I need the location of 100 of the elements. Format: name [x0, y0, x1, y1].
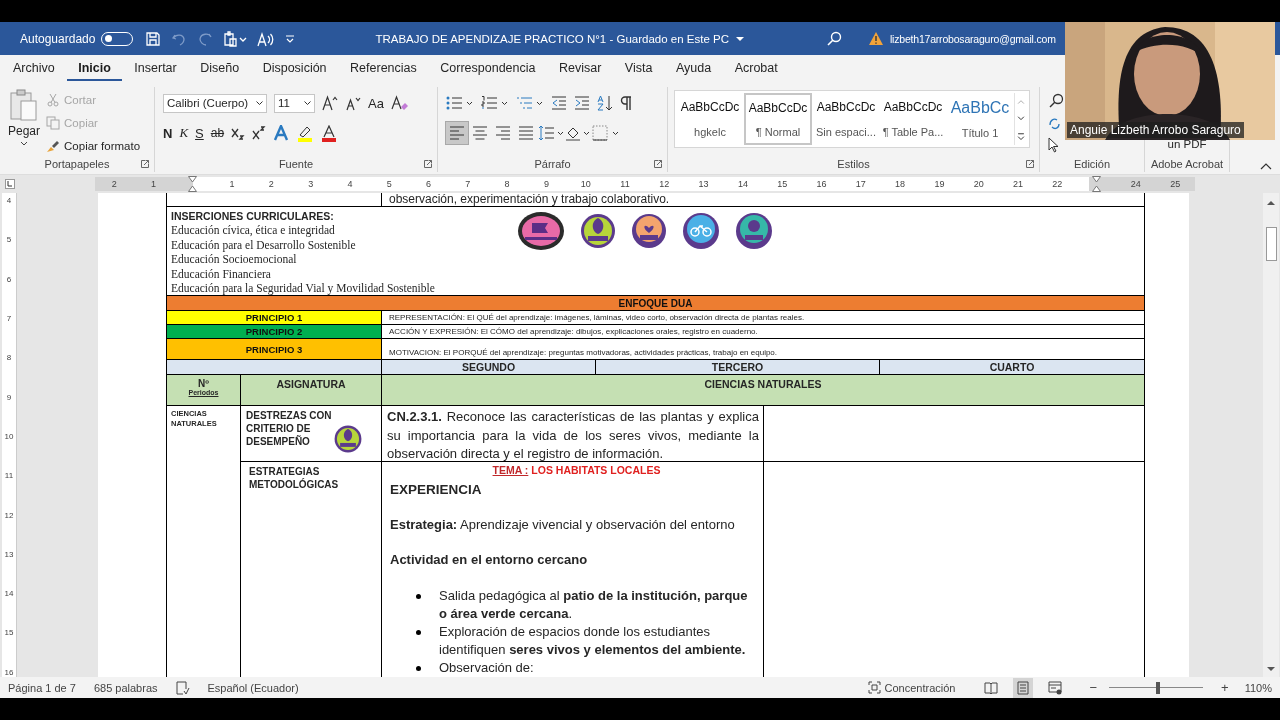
proofing-icon[interactable]: [175, 680, 190, 695]
save-icon[interactable]: [145, 30, 162, 47]
search-icon[interactable]: [1048, 93, 1064, 109]
zoom-out-button[interactable]: −: [1089, 680, 1098, 695]
underline-button[interactable]: S: [195, 125, 204, 141]
menu-tab[interactable]: Correspondencia: [429, 57, 547, 81]
ruler-number: 15: [4, 628, 14, 638]
increase-indent-icon[interactable]: [574, 95, 590, 111]
font-color-icon[interactable]: [321, 124, 338, 142]
bold-button[interactable]: N: [163, 125, 173, 141]
text-effects-icon[interactable]: [273, 125, 290, 141]
collapse-ribbon-icon[interactable]: [1260, 162, 1272, 170]
line-spacing-icon[interactable]: [538, 125, 564, 141]
vertical-scrollbar[interactable]: [1263, 193, 1279, 677]
vertical-ruler[interactable]: 4 5 6 7 8 9 10 11 12 13 14 15 16: [2, 193, 17, 677]
menu-tab[interactable]: Ayuda: [664, 57, 723, 81]
shrink-font-icon[interactable]: [345, 95, 361, 111]
focus-button[interactable]: Concentración: [867, 681, 956, 694]
zoom-in-button[interactable]: +: [1221, 680, 1229, 695]
focus-icon: [867, 681, 881, 694]
document-text: observación, experimentación y trabajo colaborativo.: [389, 193, 671, 206]
decrease-indent-icon[interactable]: [551, 95, 567, 111]
clipboard-icon[interactable]: [223, 30, 248, 47]
font-size-dropdown[interactable]: 11: [274, 93, 315, 113]
shading-icon[interactable]: [565, 125, 591, 141]
horizontal-ruler[interactable]: 2 1 1 2 3 4 5 6 7 8 9 10 11 12 13 14 15 16 17 18 19 20 21 22 24 25: [94, 177, 1195, 191]
caret-icon[interactable]: [735, 35, 744, 42]
zoom-slider[interactable]: [1109, 681, 1204, 694]
print-layout-button[interactable]: [1013, 677, 1034, 698]
tab-stop-icon[interactable]: [5, 179, 15, 189]
page-count[interactable]: Página 1 de 7: [8, 681, 76, 694]
language-indicator[interactable]: Español (Ecuador): [207, 681, 299, 694]
italic-button[interactable]: K: [179, 125, 189, 141]
paste-button[interactable]: Pegar: [8, 89, 41, 156]
customize-caret-icon[interactable]: [285, 33, 296, 44]
create-pdf-button[interactable]: un PDF: [1167, 138, 1207, 150]
subscript-icon[interactable]: [231, 126, 246, 140]
insertion-item: Educación para el Desarrollo Sostenible: [171, 237, 357, 253]
ruler-number: 22: [1052, 179, 1063, 189]
clear-formatting-icon[interactable]: [390, 95, 409, 111]
menu-tab[interactable]: Revisar: [548, 57, 613, 81]
ruler-number: 4: [6, 196, 12, 206]
scroll-down-icon[interactable]: [1266, 665, 1276, 673]
change-case-button[interactable]: Aa: [368, 95, 384, 111]
pilcrow-icon[interactable]: [620, 95, 632, 111]
menu-tab[interactable]: Diseño: [189, 57, 251, 81]
skill-text: CN.2.3.1. Reconoce las características de las plantas y explica su importancia para la vida de los seres vivos, mediante la observación directa y el registro de información.: [387, 408, 759, 463]
ruler-number: 14: [4, 589, 14, 599]
zoom-slider-thumb[interactable]: [1155, 681, 1160, 694]
word-count[interactable]: 685 palabras: [93, 681, 158, 694]
dialog-launcher-icon[interactable]: [1026, 160, 1034, 168]
account-email[interactable]: lizbeth17arrobosaraguro@gmail.com: [889, 32, 1056, 45]
dialog-launcher-icon[interactable]: [141, 160, 149, 168]
sort-icon[interactable]: [597, 95, 613, 111]
bullet-icon: [416, 630, 421, 635]
highlighter-icon[interactable]: [296, 124, 315, 142]
style-option[interactable]: AaBbCcDc Sin espaci...: [813, 93, 879, 145]
indent-marker-icon[interactable]: [188, 176, 198, 192]
menu-tab[interactable]: Archivo: [2, 57, 66, 81]
bullet-list-icon[interactable]: [446, 95, 474, 111]
warning-icon[interactable]: [867, 31, 884, 46]
grade-heading: SEGUNDO: [461, 361, 516, 373]
bullet-icon: [416, 594, 421, 599]
style-option[interactable]: AaBbCc Título 1: [947, 93, 1013, 145]
scroll-up-icon[interactable]: [1266, 199, 1276, 207]
font-name-dropdown[interactable]: Calibri (Cuerpo): [163, 93, 267, 113]
zoom-level[interactable]: 110%: [1244, 681, 1272, 694]
autosave-label: Autoguardado: [20, 31, 96, 46]
grow-font-icon[interactable]: [322, 95, 338, 111]
insertion-item: Educación para la Seguridad Vial y Movilidad Sostenible: [171, 281, 436, 296]
dialog-launcher-icon[interactable]: [424, 160, 432, 168]
strikethrough-button[interactable]: ab: [210, 126, 225, 140]
multilevel-list-icon[interactable]: [516, 95, 544, 111]
ruler-number: 10: [4, 431, 14, 441]
search-icon[interactable]: [825, 30, 842, 47]
dialog-launcher-icon[interactable]: [654, 160, 662, 168]
menu-tab[interactable]: Vista: [613, 57, 664, 81]
style-option[interactable]: AaBbCcDc ¶ Normal: [744, 93, 812, 145]
style-option[interactable]: AaBbCcDc hgkelc: [677, 93, 743, 145]
ruler-number: 7: [465, 179, 471, 189]
borders-icon[interactable]: [592, 125, 620, 141]
column-heading: ASIGNATURA: [276, 378, 346, 390]
scroll-thumb[interactable]: [1265, 227, 1277, 261]
menu-tab[interactable]: Disposición: [251, 57, 338, 81]
superscript-icon[interactable]: [252, 126, 267, 140]
list-item: Observación de:: [439, 659, 535, 677]
menu-tab[interactable]: Insertar: [123, 57, 188, 81]
ruler-number: 1: [229, 179, 235, 189]
bicycle-badge-icon: [682, 211, 720, 251]
copy-icon: [46, 116, 61, 130]
document-title[interactable]: TRABAJO DE APENDIZAJE PRACTICO N°1 - Guardado en Este PC: [375, 32, 729, 45]
indent-marker-icon[interactable]: [1092, 176, 1102, 192]
menu-tab[interactable]: Referencias: [339, 57, 428, 81]
menu-tab[interactable]: Acrobat: [723, 57, 789, 81]
style-option[interactable]: AaBbCcDc ¶ Table Pa...: [880, 93, 946, 145]
read-aloud-icon[interactable]: [257, 30, 276, 47]
numbered-list-icon[interactable]: [481, 95, 509, 111]
format-painter-button[interactable]: Copiar formato: [46, 137, 141, 155]
menu-tab[interactable]: Inicio: [67, 57, 122, 81]
cursor-icon[interactable]: [1048, 137, 1060, 153]
